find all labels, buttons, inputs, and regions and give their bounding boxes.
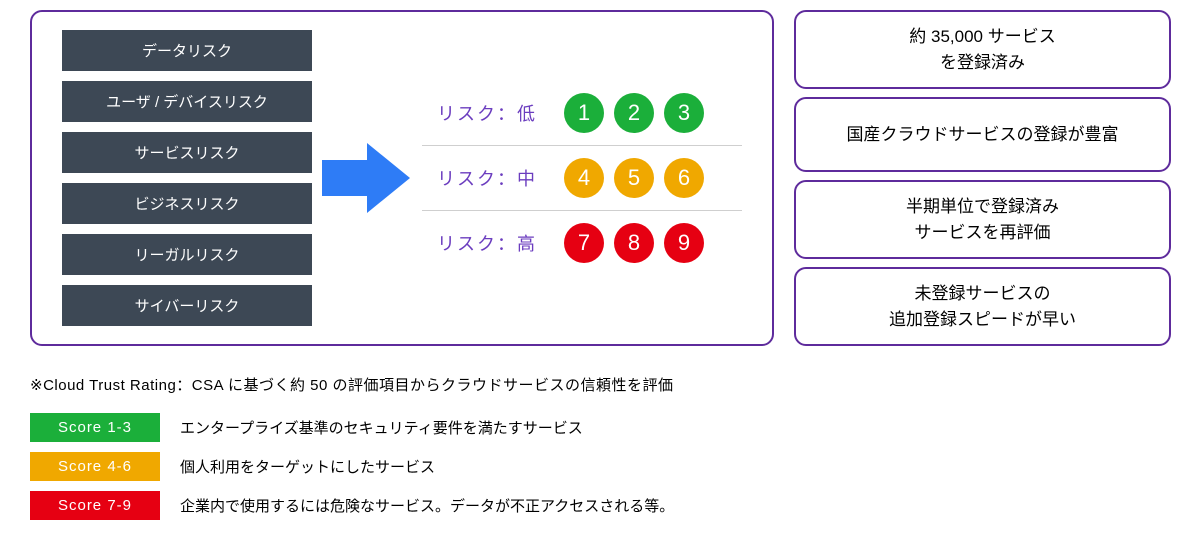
rating-circle: 5 bbox=[614, 158, 654, 198]
risk-item: サイバーリスク bbox=[62, 285, 312, 326]
rating-block: リスク：低 1 2 3 リスク：中 4 5 6 リスク：高 7 bbox=[422, 81, 742, 275]
rating-row-low: リスク：低 1 2 3 bbox=[422, 81, 742, 145]
legend-desc: 企業内で使用するには危険なサービス。データが不正アクセスされる等。 bbox=[180, 495, 674, 516]
risk-item: ユーザ / デバイスリスク bbox=[62, 81, 312, 122]
risk-category-list: データリスク ユーザ / デバイスリスク サービスリスク ビジネスリスク リーガ… bbox=[62, 30, 312, 326]
footnote: ※Cloud Trust Rating：CSA に基づく約 50 の評価項目から… bbox=[30, 374, 1171, 395]
rating-circle: 6 bbox=[664, 158, 704, 198]
rating-circle: 3 bbox=[664, 93, 704, 133]
legend-row: Score 1-3 エンタープライズ基準のセキュリティ要件を満たすサービス bbox=[30, 413, 1171, 442]
rating-circles: 1 2 3 bbox=[564, 93, 704, 133]
rating-label: リスク：中 bbox=[422, 165, 552, 191]
feature-box: 未登録サービスの 追加登録スピードが早い bbox=[794, 267, 1171, 346]
feature-line: 約 35,000 サービス bbox=[806, 24, 1159, 50]
legend-tag: Score 4-6 bbox=[30, 452, 160, 481]
feature-box: 約 35,000 サービス を登録済み bbox=[794, 10, 1171, 89]
rating-circle: 4 bbox=[564, 158, 604, 198]
rating-label: リスク：高 bbox=[422, 230, 552, 256]
side-column: 約 35,000 サービス を登録済み 国産クラウドサービスの登録が豊富 半期単… bbox=[794, 10, 1171, 346]
rating-circles: 4 5 6 bbox=[564, 158, 704, 198]
feature-line: 半期単位で登録済み bbox=[806, 194, 1159, 220]
legend-row: Score 4-6 個人利用をターゲットにしたサービス bbox=[30, 452, 1171, 481]
feature-box: 半期単位で登録済み サービスを再評価 bbox=[794, 180, 1171, 259]
risk-item: リーガルリスク bbox=[62, 234, 312, 275]
rating-circle: 7 bbox=[564, 223, 604, 263]
risk-item: サービスリスク bbox=[62, 132, 312, 173]
rating-circle: 2 bbox=[614, 93, 654, 133]
rating-row-high: リスク：高 7 8 9 bbox=[422, 210, 742, 275]
risk-item: データリスク bbox=[62, 30, 312, 71]
rating-row-mid: リスク：中 4 5 6 bbox=[422, 145, 742, 210]
legend-tag: Score 7-9 bbox=[30, 491, 160, 520]
top-row: データリスク ユーザ / デバイスリスク サービスリスク ビジネスリスク リーガ… bbox=[30, 10, 1171, 346]
rating-circles: 7 8 9 bbox=[564, 223, 704, 263]
score-legend: Score 1-3 エンタープライズ基準のセキュリティ要件を満たすサービス Sc… bbox=[30, 413, 1171, 520]
risk-item: ビジネスリスク bbox=[62, 183, 312, 224]
legend-desc: エンタープライズ基準のセキュリティ要件を満たすサービス bbox=[180, 417, 583, 438]
legend-desc: 個人利用をターゲットにしたサービス bbox=[180, 456, 435, 477]
legend-tag: Score 1-3 bbox=[30, 413, 160, 442]
rating-label: リスク：低 bbox=[422, 100, 552, 126]
legend-row: Score 7-9 企業内で使用するには危険なサービス。データが不正アクセスされ… bbox=[30, 491, 1171, 520]
feature-line: サービスを再評価 bbox=[806, 220, 1159, 246]
rating-circle: 8 bbox=[614, 223, 654, 263]
main-panel: データリスク ユーザ / デバイスリスク サービスリスク ビジネスリスク リーガ… bbox=[30, 10, 774, 346]
rating-circle: 1 bbox=[564, 93, 604, 133]
arrow-icon bbox=[322, 138, 412, 218]
rating-circle: 9 bbox=[664, 223, 704, 263]
feature-line: 追加登録スピードが早い bbox=[806, 307, 1159, 333]
feature-line: を登録済み bbox=[806, 50, 1159, 76]
feature-line: 未登録サービスの bbox=[806, 281, 1159, 307]
feature-line: 国産クラウドサービスの登録が豊富 bbox=[806, 122, 1159, 148]
feature-box: 国産クラウドサービスの登録が豊富 bbox=[794, 97, 1171, 172]
